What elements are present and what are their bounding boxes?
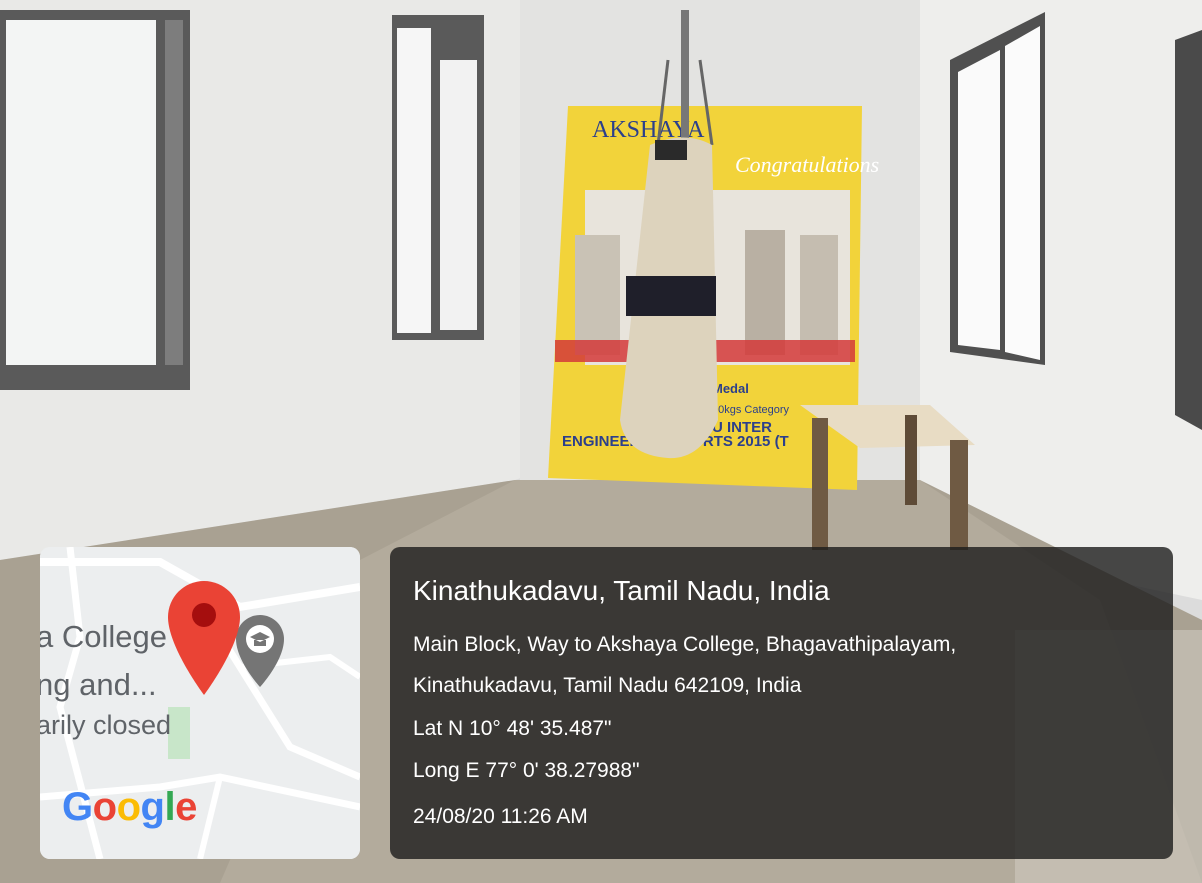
- table-leg-1: [812, 418, 828, 550]
- geotag-info-panel: Kinathukadavu, Tamil Nadu, India Main Bl…: [390, 547, 1173, 859]
- google-logo-letter: o: [116, 785, 141, 829]
- google-logo-letter: o: [92, 785, 117, 829]
- banner-category: 90kgs Category: [712, 404, 790, 416]
- bag-top: [655, 140, 687, 160]
- longitude-text: Long E 77° 0' 38.27988": [413, 759, 640, 782]
- map-place-line3: arily closed: [40, 710, 172, 740]
- google-logo-letter: G: [62, 785, 93, 829]
- banner-figure-3: [800, 235, 838, 355]
- banner-medal: Medal: [712, 381, 749, 396]
- location-title: Kinathukadavu, Tamil Nadu, India: [413, 575, 830, 606]
- address-line2: Kinathukadavu, Tamil Nadu 642109, India: [413, 674, 802, 697]
- map-park: [168, 707, 190, 759]
- timestamp-text: 24/08/20 11:26 AM: [413, 805, 588, 828]
- banner-figure-2: [745, 230, 785, 355]
- latitude-text: Lat N 10° 48' 35.487": [413, 717, 612, 740]
- table-leg-2: [950, 440, 968, 550]
- far-right-window: [1175, 30, 1202, 430]
- banner-figure-1: [575, 235, 620, 355]
- google-logo-letter: g: [140, 785, 165, 829]
- table-leg-3: [905, 415, 917, 505]
- map-place-line2: ng and...: [40, 667, 157, 702]
- right-window-glass-a: [958, 50, 1000, 350]
- mid-window-glass-a: [397, 28, 431, 333]
- google-logo-letter: l: [164, 785, 176, 829]
- left-window-glass: [6, 20, 156, 365]
- location-pin-dot: [192, 603, 216, 627]
- bag-band: [626, 276, 716, 316]
- right-window-glass-b: [1005, 26, 1040, 360]
- google-logo-letter: e: [175, 785, 197, 829]
- map-place-line1: a College: [40, 619, 167, 654]
- mid-window-glass-b: [440, 60, 477, 330]
- left-window-mullion: [165, 20, 183, 365]
- map-thumbnail[interactable]: a College ng and... arily closed Google: [40, 547, 360, 859]
- address-line1: Main Block, Way to Akshaya College, Bhag…: [413, 633, 957, 656]
- photo-scene: AKSHAYA Congratulations Medal 90kgs Cate…: [0, 0, 1202, 883]
- banner-headline: Congratulations: [735, 152, 879, 177]
- google-logo: Google: [62, 785, 197, 830]
